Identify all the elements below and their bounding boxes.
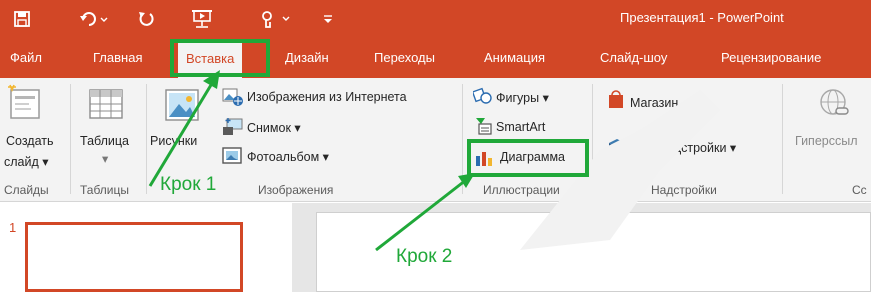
my-addins-icon[interactable] [606, 136, 628, 156]
touch-mode-icon[interactable] [256, 6, 296, 32]
group-separator [70, 84, 71, 194]
group-separator [146, 84, 147, 194]
slideshow-icon[interactable] [188, 6, 216, 32]
images-group-label: Изображения [258, 183, 334, 197]
window-title: Презентация1 - PowerPoint [620, 10, 784, 25]
pictures-icon[interactable] [162, 86, 202, 124]
group-separator [592, 84, 593, 194]
undo-icon[interactable] [76, 6, 112, 32]
new-slide-label[interactable]: Создать [6, 134, 54, 148]
screenshot-icon[interactable] [222, 117, 244, 137]
customize-qat-icon[interactable] [318, 6, 338, 32]
hyperlink-label[interactable]: Гиперссыл [795, 134, 858, 148]
illustrations-group-label: Иллюстрации [483, 183, 560, 197]
online-pictures-icon[interactable] [222, 87, 244, 107]
store-label[interactable]: Магазин [630, 96, 678, 110]
photo-album-icon[interactable] [222, 146, 244, 166]
save-icon[interactable] [10, 6, 34, 32]
table-icon[interactable] [88, 88, 124, 122]
tab-slideshow[interactable]: Слайд-шоу [600, 38, 667, 78]
tab-review[interactable]: Рецензирование [721, 38, 821, 78]
title-bar: Презентация1 - PowerPoint [0, 0, 871, 38]
table-label[interactable]: Таблица [80, 134, 129, 148]
redo-icon[interactable] [134, 6, 158, 32]
ribbon [0, 78, 871, 202]
slide-number: 1 [9, 220, 17, 235]
tab-file[interactable]: Файл [10, 38, 42, 78]
hyperlink-icon[interactable] [818, 88, 852, 122]
smartart-icon[interactable] [473, 116, 493, 136]
table-dropdown-arrow[interactable]: ▾ [102, 151, 108, 166]
group-separator [462, 84, 463, 194]
online-pictures-label[interactable]: Изображения из Интернета [247, 90, 407, 104]
smartart-label[interactable]: SmartArt [496, 120, 545, 134]
group-separator [782, 84, 783, 194]
links-group-label: Сс [852, 183, 867, 197]
ribbon-tabs: Файл Главная Вставка Дизайн Переходы Ани… [0, 38, 871, 78]
slides-group-label: Слайды [4, 183, 49, 197]
shapes-icon[interactable] [471, 87, 493, 105]
tab-animations[interactable]: Анимация [484, 38, 545, 78]
tab-home[interactable]: Главная [93, 38, 142, 78]
pictures-label[interactable]: Рисунки [150, 134, 197, 148]
highlight-insert-tab [170, 39, 270, 77]
new-slide-dropdown[interactable]: слайд ▾ [4, 154, 49, 169]
addins-group-label: Надстройки [651, 183, 717, 197]
annotation-step1: Крок 1 [160, 174, 217, 195]
highlight-chart-button [467, 139, 589, 177]
slide-thumbnail[interactable] [25, 222, 243, 292]
tab-transitions[interactable]: Переходы [374, 38, 435, 78]
my-addins-label[interactable]: Мои надстройки ▾ [632, 140, 736, 155]
tables-group-label: Таблицы [80, 183, 130, 197]
tab-design[interactable]: Дизайн [285, 38, 329, 78]
shapes-label[interactable]: Фигуры ▾ [496, 90, 549, 105]
new-slide-button[interactable] [8, 84, 42, 122]
store-icon[interactable] [606, 89, 626, 109]
photo-album-label[interactable]: Фотоальбом ▾ [247, 149, 329, 164]
screenshot-label[interactable]: Снимок ▾ [247, 120, 301, 135]
annotation-step2: Крок 2 [396, 246, 453, 267]
